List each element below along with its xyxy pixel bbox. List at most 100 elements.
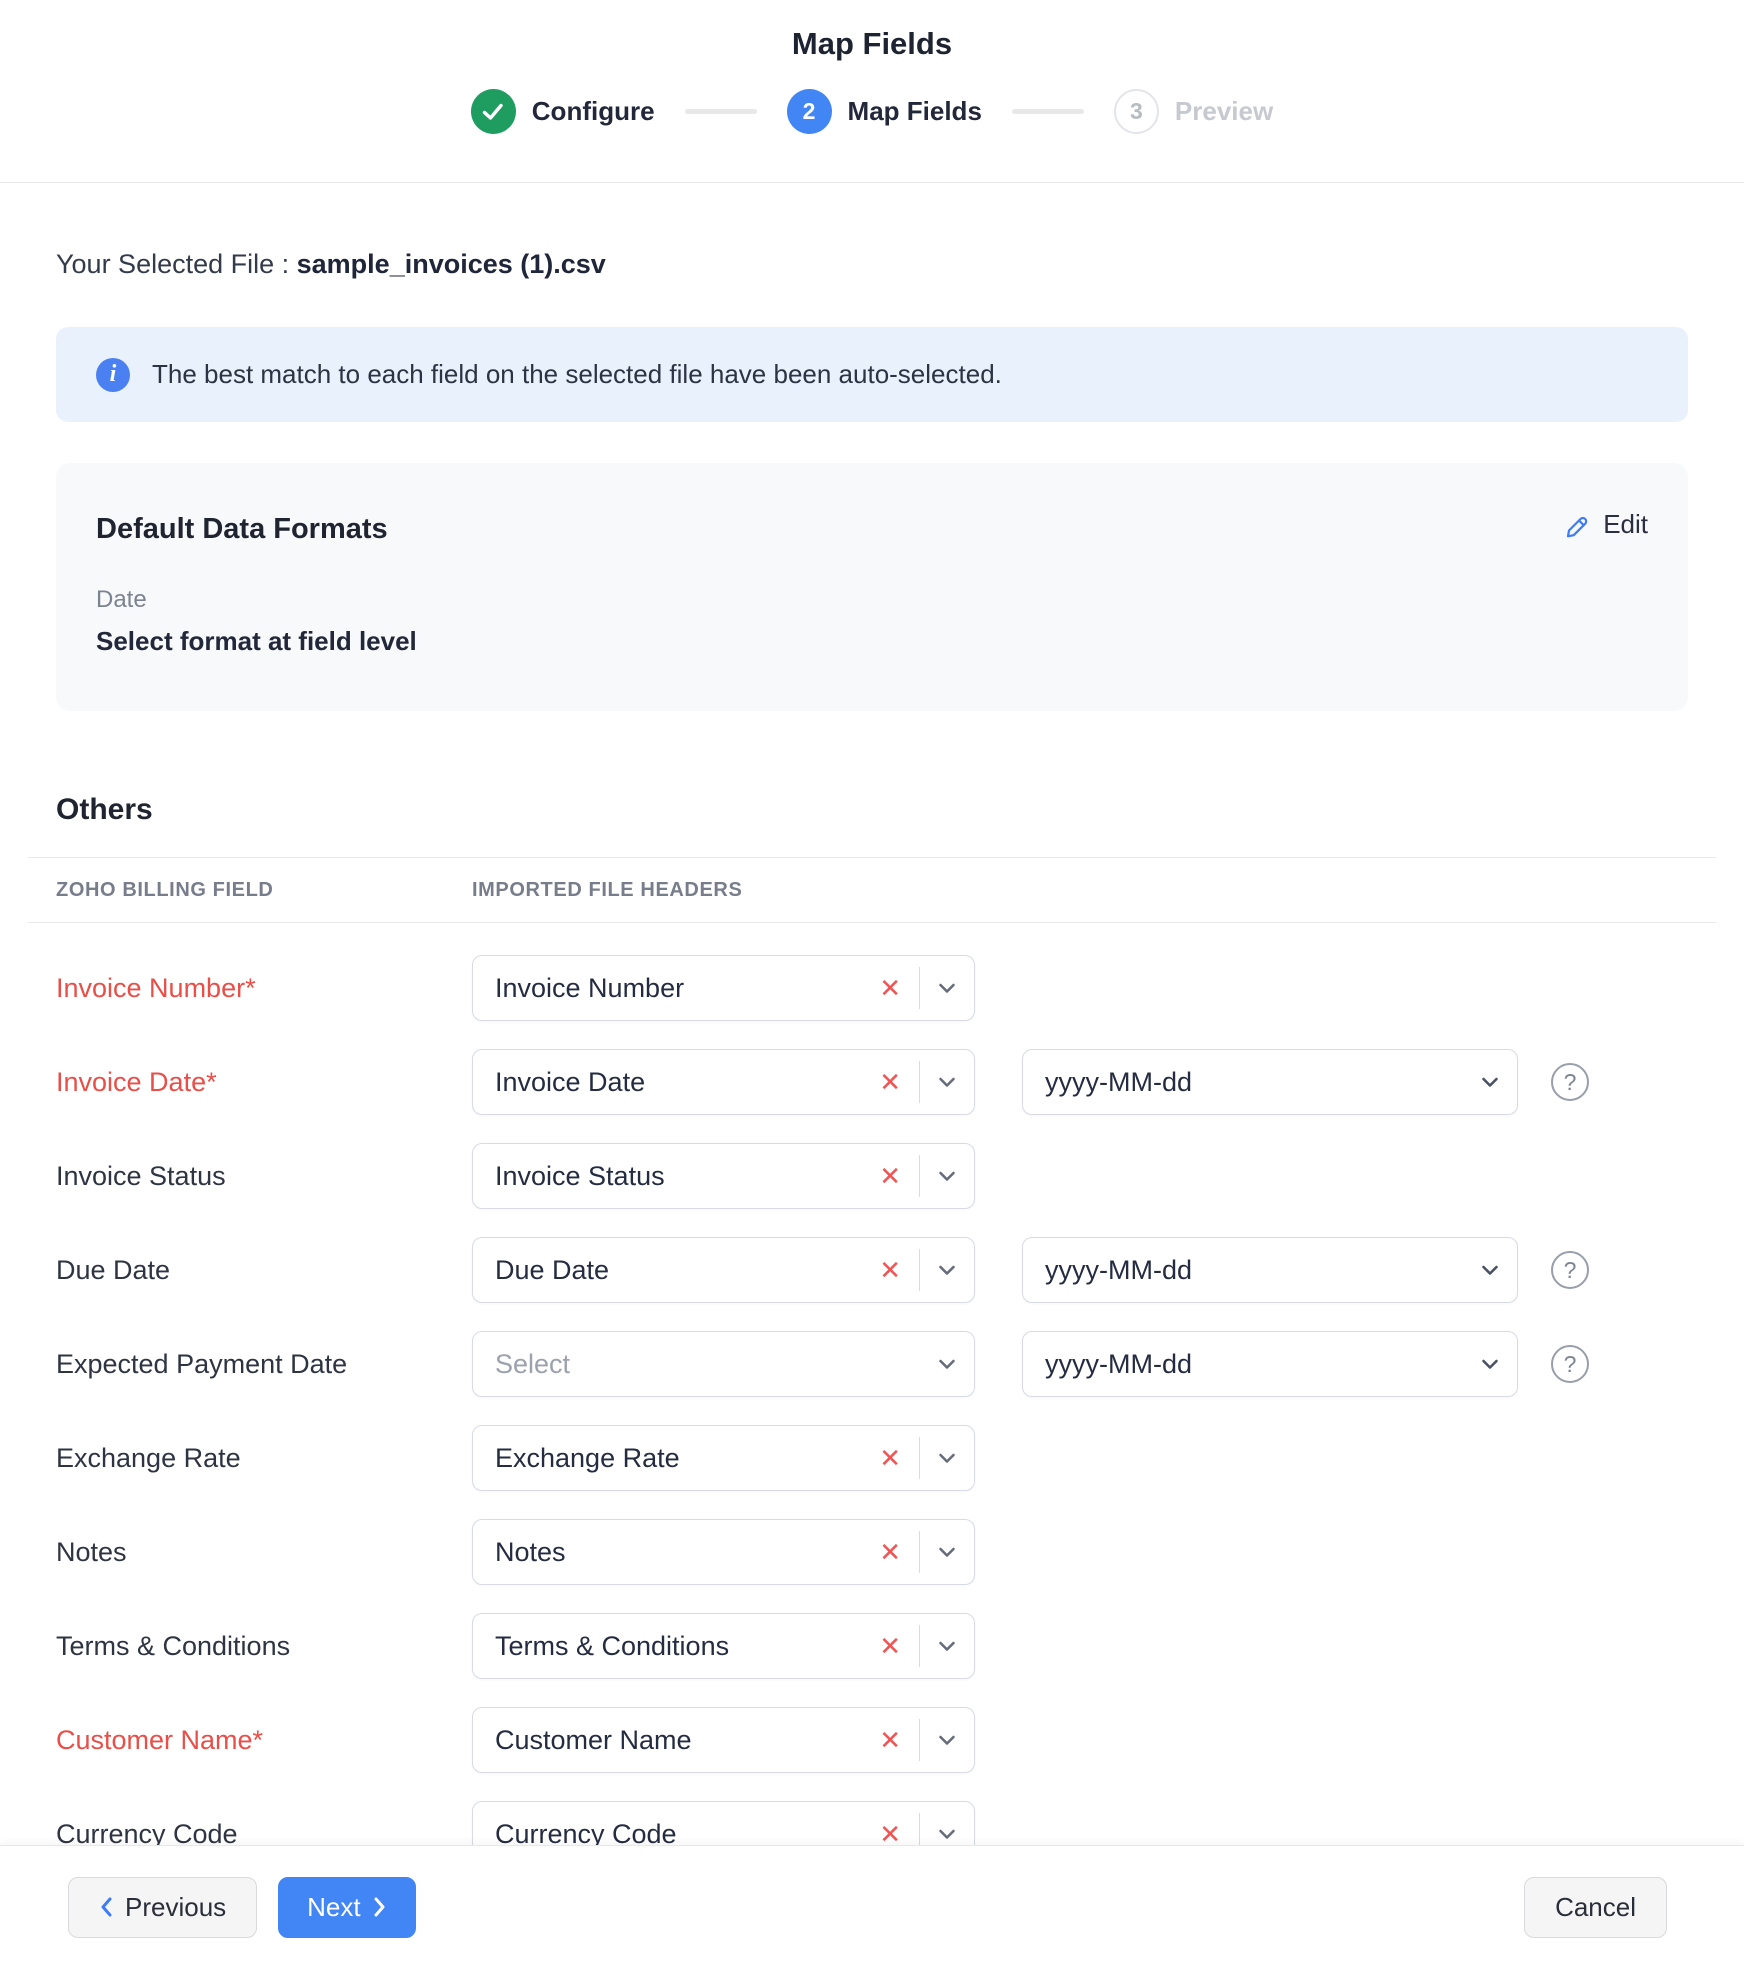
mapping-table: ZOHO BILLING FIELD IMPORTED FILE HEADERS… bbox=[28, 857, 1716, 1867]
edit-label: Edit bbox=[1603, 509, 1648, 540]
clear-mapping-icon[interactable]: ✕ bbox=[871, 1539, 919, 1565]
zoho-field-label: Expected Payment Date bbox=[56, 1349, 472, 1380]
help-icon[interactable]: ? bbox=[1551, 1251, 1589, 1289]
chevron-down-icon[interactable] bbox=[920, 1735, 974, 1746]
clear-mapping-icon[interactable]: ✕ bbox=[871, 1821, 919, 1847]
zoho-field-label: Invoice Date* bbox=[56, 1067, 472, 1098]
imported-header-select[interactable]: Exchange Rate✕ bbox=[472, 1425, 975, 1491]
selected-file-line: Your Selected File : sample_invoices (1)… bbox=[56, 249, 1688, 280]
zoho-field-label: Due Date bbox=[56, 1255, 472, 1286]
imported-header-select[interactable]: Invoice Number✕ bbox=[472, 955, 975, 1021]
date-format-value: yyyy-MM-dd bbox=[1023, 1067, 1463, 1098]
default-data-formats-card: Default Data Formats Edit Date Select fo… bbox=[56, 463, 1688, 711]
mapping-row: Exchange RateExchange Rate✕ bbox=[56, 1425, 1688, 1491]
imported-header-select[interactable]: Invoice Status✕ bbox=[472, 1143, 975, 1209]
selected-file-name: sample_invoices (1).csv bbox=[297, 249, 606, 279]
date-format-select[interactable]: yyyy-MM-dd bbox=[1022, 1237, 1518, 1303]
select-value: Exchange Rate bbox=[473, 1443, 871, 1474]
edit-formats-button[interactable]: Edit bbox=[1563, 509, 1648, 540]
select-value: Notes bbox=[473, 1537, 871, 1568]
imported-header-select[interactable]: Notes✕ bbox=[472, 1519, 975, 1585]
chevron-down-icon[interactable] bbox=[920, 1547, 974, 1558]
imported-header-select[interactable]: Invoice Date✕ bbox=[472, 1049, 975, 1115]
column-header-imported-headers: IMPORTED FILE HEADERS bbox=[472, 879, 742, 902]
step-number: 3 bbox=[1114, 89, 1159, 134]
check-icon bbox=[471, 89, 516, 134]
select-value: Invoice Date bbox=[473, 1067, 871, 1098]
chevron-down-icon[interactable] bbox=[920, 983, 974, 994]
selected-file-label: Your Selected File : bbox=[56, 249, 297, 279]
step-connector bbox=[685, 109, 757, 114]
step-label: Preview bbox=[1175, 96, 1273, 127]
imported-header-select[interactable]: Customer Name✕ bbox=[472, 1707, 975, 1773]
date-format-value: yyyy-MM-dd bbox=[1023, 1255, 1463, 1286]
step-label: Configure bbox=[532, 96, 655, 127]
chevron-down-icon[interactable] bbox=[1463, 1265, 1517, 1276]
dialog-header: Map Fields Configure 2Map Fields 3 Preview bbox=[0, 0, 1744, 183]
step-configure[interactable]: Configure bbox=[471, 89, 655, 134]
date-format-select[interactable]: yyyy-MM-dd bbox=[1022, 1331, 1518, 1397]
chevron-right-icon bbox=[373, 1896, 387, 1918]
chevron-down-icon[interactable] bbox=[920, 1453, 974, 1464]
imported-header-select[interactable]: Due Date✕ bbox=[472, 1237, 975, 1303]
mapping-row: Invoice Number*Invoice Number✕ bbox=[56, 955, 1688, 1021]
zoho-field-label: Notes bbox=[56, 1537, 472, 1568]
mapping-row: Invoice Date*Invoice Date✕ yyyy-MM-dd? bbox=[56, 1049, 1688, 1115]
clear-mapping-icon[interactable]: ✕ bbox=[871, 1445, 919, 1471]
next-label: Next bbox=[307, 1892, 360, 1923]
clear-mapping-icon[interactable]: ✕ bbox=[871, 975, 919, 1001]
info-banner: i The best match to each field on the se… bbox=[56, 327, 1688, 422]
clear-mapping-icon[interactable]: ✕ bbox=[871, 1257, 919, 1283]
step-map-fields[interactable]: 2Map Fields bbox=[787, 89, 982, 134]
chevron-down-icon[interactable] bbox=[920, 1359, 974, 1370]
clear-mapping-icon[interactable]: ✕ bbox=[871, 1633, 919, 1659]
footer-bar: Previous Next Cancel bbox=[0, 1845, 1744, 1968]
imported-header-select[interactable]: Terms & Conditions✕ bbox=[472, 1613, 975, 1679]
cancel-button[interactable]: Cancel bbox=[1524, 1877, 1667, 1938]
formats-card-title: Default Data Formats bbox=[96, 513, 1648, 546]
mapping-row: NotesNotes✕ bbox=[56, 1519, 1688, 1585]
page-title: Map Fields bbox=[0, 26, 1744, 62]
mapping-row: Due DateDue Date✕yyyy-MM-dd? bbox=[56, 1237, 1688, 1303]
pencil-icon bbox=[1563, 510, 1593, 540]
mapping-table-header: ZOHO BILLING FIELD IMPORTED FILE HEADERS bbox=[28, 857, 1716, 923]
column-header-zoho-field: ZOHO BILLING FIELD bbox=[56, 879, 472, 902]
chevron-down-icon[interactable] bbox=[1463, 1077, 1517, 1088]
select-value: Terms & Conditions bbox=[473, 1631, 871, 1662]
zoho-field-label: Exchange Rate bbox=[56, 1443, 472, 1474]
help-icon[interactable]: ? bbox=[1551, 1063, 1589, 1101]
chevron-down-icon[interactable] bbox=[920, 1171, 974, 1182]
select-value: Customer Name bbox=[473, 1725, 871, 1756]
select-value: Invoice Status bbox=[473, 1161, 871, 1192]
date-format-select[interactable]: yyyy-MM-dd bbox=[1022, 1049, 1518, 1115]
chevron-down-icon[interactable] bbox=[920, 1077, 974, 1088]
chevron-left-icon bbox=[99, 1896, 113, 1918]
mapping-row: Invoice StatusInvoice Status✕ bbox=[56, 1143, 1688, 1209]
step-preview: 3 Preview bbox=[1114, 89, 1273, 134]
imported-header-select[interactable]: Select bbox=[472, 1331, 975, 1397]
help-icon[interactable]: ? bbox=[1551, 1345, 1589, 1383]
mapping-row: Terms & ConditionsTerms & Conditions✕ bbox=[56, 1613, 1688, 1679]
next-button[interactable]: Next bbox=[278, 1877, 415, 1938]
mapping-row: Expected Payment DateSelect yyyy-MM-dd? bbox=[56, 1331, 1688, 1397]
mapping-row: Customer Name*Customer Name✕ bbox=[56, 1707, 1688, 1773]
previous-button[interactable]: Previous bbox=[68, 1877, 257, 1938]
select-value: Select bbox=[473, 1349, 920, 1380]
format-item-label: Date bbox=[96, 586, 1648, 614]
chevron-down-icon[interactable] bbox=[920, 1829, 974, 1840]
dialog-body: Your Selected File : sample_invoices (1)… bbox=[0, 183, 1744, 1968]
cancel-label: Cancel bbox=[1555, 1892, 1636, 1923]
clear-mapping-icon[interactable]: ✕ bbox=[871, 1727, 919, 1753]
chevron-down-icon[interactable] bbox=[920, 1265, 974, 1276]
clear-mapping-icon[interactable]: ✕ bbox=[871, 1069, 919, 1095]
select-value: Due Date bbox=[473, 1255, 871, 1286]
step-label: Map Fields bbox=[848, 96, 982, 127]
chevron-down-icon[interactable] bbox=[1463, 1359, 1517, 1370]
clear-mapping-icon[interactable]: ✕ bbox=[871, 1163, 919, 1189]
select-value: Invoice Number bbox=[473, 973, 871, 1004]
wizard-stepper: Configure 2Map Fields 3 Preview bbox=[0, 89, 1744, 134]
chevron-down-icon[interactable] bbox=[920, 1641, 974, 1652]
zoho-field-label: Customer Name* bbox=[56, 1725, 472, 1756]
date-format-value: yyyy-MM-dd bbox=[1023, 1349, 1463, 1380]
map-fields-dialog: Map Fields Configure2Map Fields3Preview … bbox=[0, 0, 1744, 1968]
